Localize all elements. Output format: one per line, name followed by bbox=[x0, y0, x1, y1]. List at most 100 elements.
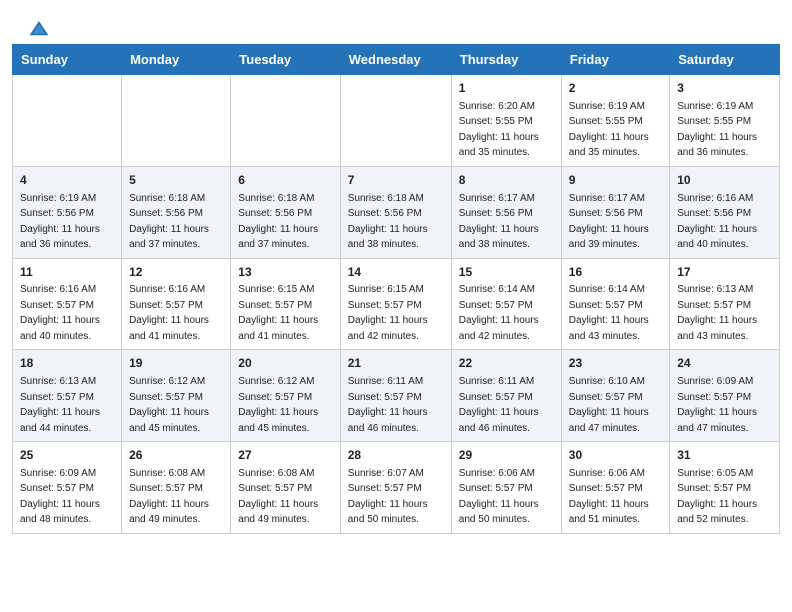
calendar-header-row: SundayMondayTuesdayWednesdayThursdayFrid… bbox=[13, 45, 780, 75]
day-info: Sunrise: 6:18 AM Sunset: 5:56 PM Dayligh… bbox=[348, 193, 428, 251]
day-info: Sunrise: 6:20 AM Sunset: 5:55 PM Dayligh… bbox=[459, 101, 539, 159]
day-info: Sunrise: 6:15 AM Sunset: 5:57 PM Dayligh… bbox=[348, 284, 428, 342]
day-number: 22 bbox=[459, 355, 554, 372]
day-number: 14 bbox=[348, 264, 444, 281]
day-number: 26 bbox=[129, 447, 223, 464]
day-info: Sunrise: 6:06 AM Sunset: 5:57 PM Dayligh… bbox=[459, 468, 539, 526]
day-info: Sunrise: 6:10 AM Sunset: 5:57 PM Dayligh… bbox=[569, 376, 649, 434]
day-info: Sunrise: 6:08 AM Sunset: 5:57 PM Dayligh… bbox=[129, 468, 209, 526]
day-number: 3 bbox=[677, 80, 772, 97]
calendar-cell: 18Sunrise: 6:13 AM Sunset: 5:57 PM Dayli… bbox=[13, 350, 122, 442]
calendar-cell: 9 Sunrise: 6:17 AM Sunset: 5:56 PM Daylig… bbox=[561, 166, 669, 258]
day-info: Sunrise: 6:17 AM Sunset: 5:56 PM Dayligh… bbox=[459, 193, 539, 251]
calendar-cell: 29 Sunrise: 6:06 AM Sunset: 5:57 PM Dayli… bbox=[451, 442, 561, 534]
calendar-cell: 27Sunrise: 6:08 AM Sunset: 5:57 PM Dayli… bbox=[231, 442, 340, 534]
calendar-wrapper: SundayMondayTuesdayWednesdayThursdayFrid… bbox=[0, 44, 792, 546]
day-info: Sunrise: 6:14 AM Sunset: 5:57 PM Dayligh… bbox=[569, 284, 649, 342]
day-info: Sunrise: 6:09 AM Sunset: 5:57 PM Dayligh… bbox=[677, 376, 757, 434]
day-info: Sunrise: 6:16 AM Sunset: 5:57 PM Dayligh… bbox=[129, 284, 209, 342]
calendar-cell: 28 Sunrise: 6:07 AM Sunset: 5:57 PM Dayli… bbox=[340, 442, 451, 534]
calendar-table: SundayMondayTuesdayWednesdayThursdayFrid… bbox=[12, 44, 780, 534]
calendar-cell bbox=[13, 75, 122, 167]
weekday-header: Sunday bbox=[13, 45, 122, 75]
weekday-header: Thursday bbox=[451, 45, 561, 75]
weekday-header: Monday bbox=[122, 45, 231, 75]
day-number: 15 bbox=[459, 264, 554, 281]
day-number: 12 bbox=[129, 264, 223, 281]
day-number: 23 bbox=[569, 355, 662, 372]
day-number: 30 bbox=[569, 447, 662, 464]
weekday-header: Saturday bbox=[670, 45, 780, 75]
day-info: Sunrise: 6:12 AM Sunset: 5:57 PM Dayligh… bbox=[238, 376, 318, 434]
day-info: Sunrise: 6:16 AM Sunset: 5:57 PM Dayligh… bbox=[20, 284, 100, 342]
calendar-cell bbox=[340, 75, 451, 167]
day-number: 11 bbox=[20, 264, 114, 281]
calendar-cell: 16Sunrise: 6:14 AM Sunset: 5:57 PM Dayli… bbox=[561, 258, 669, 350]
calendar-cell: 6 Sunrise: 6:18 AM Sunset: 5:56 PM Daylig… bbox=[231, 166, 340, 258]
day-info: Sunrise: 6:05 AM Sunset: 5:57 PM Dayligh… bbox=[677, 468, 757, 526]
calendar-cell: 3 Sunrise: 6:19 AM Sunset: 5:55 PM Daylig… bbox=[670, 75, 780, 167]
day-info: Sunrise: 6:16 AM Sunset: 5:56 PM Dayligh… bbox=[677, 193, 757, 251]
calendar-cell: 4Sunrise: 6:19 AM Sunset: 5:56 PM Daylig… bbox=[13, 166, 122, 258]
day-info: Sunrise: 6:07 AM Sunset: 5:57 PM Dayligh… bbox=[348, 468, 428, 526]
calendar-cell: 17Sunrise: 6:13 AM Sunset: 5:57 PM Dayli… bbox=[670, 258, 780, 350]
day-info: Sunrise: 6:19 AM Sunset: 5:55 PM Dayligh… bbox=[569, 101, 649, 159]
day-number: 28 bbox=[348, 447, 444, 464]
day-number: 13 bbox=[238, 264, 332, 281]
page-header bbox=[0, 0, 792, 44]
day-info: Sunrise: 6:11 AM Sunset: 5:57 PM Dayligh… bbox=[348, 376, 428, 434]
calendar-row: 11 Sunrise: 6:16 AM Sunset: 5:57 PM Dayli… bbox=[13, 258, 780, 350]
day-number: 21 bbox=[348, 355, 444, 372]
calendar-cell: 14 Sunrise: 6:15 AM Sunset: 5:57 PM Dayli… bbox=[340, 258, 451, 350]
day-number: 9 bbox=[569, 172, 662, 189]
calendar-cell: 15 Sunrise: 6:14 AM Sunset: 5:57 PM Dayli… bbox=[451, 258, 561, 350]
day-info: Sunrise: 6:12 AM Sunset: 5:57 PM Dayligh… bbox=[129, 376, 209, 434]
day-number: 5 bbox=[129, 172, 223, 189]
calendar-cell: 21 Sunrise: 6:11 AM Sunset: 5:57 PM Dayli… bbox=[340, 350, 451, 442]
logo-icon bbox=[28, 18, 50, 40]
day-info: Sunrise: 6:09 AM Sunset: 5:57 PM Dayligh… bbox=[20, 468, 100, 526]
day-number: 7 bbox=[348, 172, 444, 189]
day-number: 25 bbox=[20, 447, 114, 464]
day-number: 10 bbox=[677, 172, 772, 189]
weekday-header: Friday bbox=[561, 45, 669, 75]
day-number: 8 bbox=[459, 172, 554, 189]
calendar-cell: 7 Sunrise: 6:18 AM Sunset: 5:56 PM Daylig… bbox=[340, 166, 451, 258]
calendar-cell: 10 Sunrise: 6:16 AM Sunset: 5:56 PM Dayli… bbox=[670, 166, 780, 258]
calendar-cell bbox=[231, 75, 340, 167]
day-info: Sunrise: 6:19 AM Sunset: 5:55 PM Dayligh… bbox=[677, 101, 757, 159]
calendar-cell: 2 Sunrise: 6:19 AM Sunset: 5:55 PM Daylig… bbox=[561, 75, 669, 167]
calendar-cell: 24Sunrise: 6:09 AM Sunset: 5:57 PM Dayli… bbox=[670, 350, 780, 442]
calendar-cell: 1Sunrise: 6:20 AM Sunset: 5:55 PM Daylig… bbox=[451, 75, 561, 167]
calendar-row: 18Sunrise: 6:13 AM Sunset: 5:57 PM Dayli… bbox=[13, 350, 780, 442]
day-number: 29 bbox=[459, 447, 554, 464]
day-info: Sunrise: 6:06 AM Sunset: 5:57 PM Dayligh… bbox=[569, 468, 649, 526]
day-info: Sunrise: 6:18 AM Sunset: 5:56 PM Dayligh… bbox=[129, 193, 209, 251]
day-number: 2 bbox=[569, 80, 662, 97]
day-info: Sunrise: 6:18 AM Sunset: 5:56 PM Dayligh… bbox=[238, 193, 318, 251]
day-number: 18 bbox=[20, 355, 114, 372]
calendar-cell: 13 Sunrise: 6:15 AM Sunset: 5:57 PM Dayli… bbox=[231, 258, 340, 350]
day-number: 31 bbox=[677, 447, 772, 464]
calendar-cell: 26 Sunrise: 6:08 AM Sunset: 5:57 PM Dayli… bbox=[122, 442, 231, 534]
calendar-cell: 22 Sunrise: 6:11 AM Sunset: 5:57 PM Dayli… bbox=[451, 350, 561, 442]
day-info: Sunrise: 6:14 AM Sunset: 5:57 PM Dayligh… bbox=[459, 284, 539, 342]
day-info: Sunrise: 6:13 AM Sunset: 5:57 PM Dayligh… bbox=[677, 284, 757, 342]
day-info: Sunrise: 6:17 AM Sunset: 5:56 PM Dayligh… bbox=[569, 193, 649, 251]
calendar-row: 25 Sunrise: 6:09 AM Sunset: 5:57 PM Dayli… bbox=[13, 442, 780, 534]
logo bbox=[24, 18, 50, 34]
calendar-row: 4Sunrise: 6:19 AM Sunset: 5:56 PM Daylig… bbox=[13, 166, 780, 258]
day-number: 19 bbox=[129, 355, 223, 372]
day-number: 6 bbox=[238, 172, 332, 189]
day-number: 20 bbox=[238, 355, 332, 372]
day-number: 4 bbox=[20, 172, 114, 189]
day-info: Sunrise: 6:15 AM Sunset: 5:57 PM Dayligh… bbox=[238, 284, 318, 342]
calendar-row: 1Sunrise: 6:20 AM Sunset: 5:55 PM Daylig… bbox=[13, 75, 780, 167]
day-info: Sunrise: 6:11 AM Sunset: 5:57 PM Dayligh… bbox=[459, 376, 539, 434]
calendar-cell: 30 Sunrise: 6:06 AM Sunset: 5:57 PM Dayli… bbox=[561, 442, 669, 534]
day-info: Sunrise: 6:08 AM Sunset: 5:57 PM Dayligh… bbox=[238, 468, 318, 526]
calendar-cell: 8 Sunrise: 6:17 AM Sunset: 5:56 PM Daylig… bbox=[451, 166, 561, 258]
calendar-cell: 5 Sunrise: 6:18 AM Sunset: 5:56 PM Daylig… bbox=[122, 166, 231, 258]
calendar-cell bbox=[122, 75, 231, 167]
weekday-header: Tuesday bbox=[231, 45, 340, 75]
